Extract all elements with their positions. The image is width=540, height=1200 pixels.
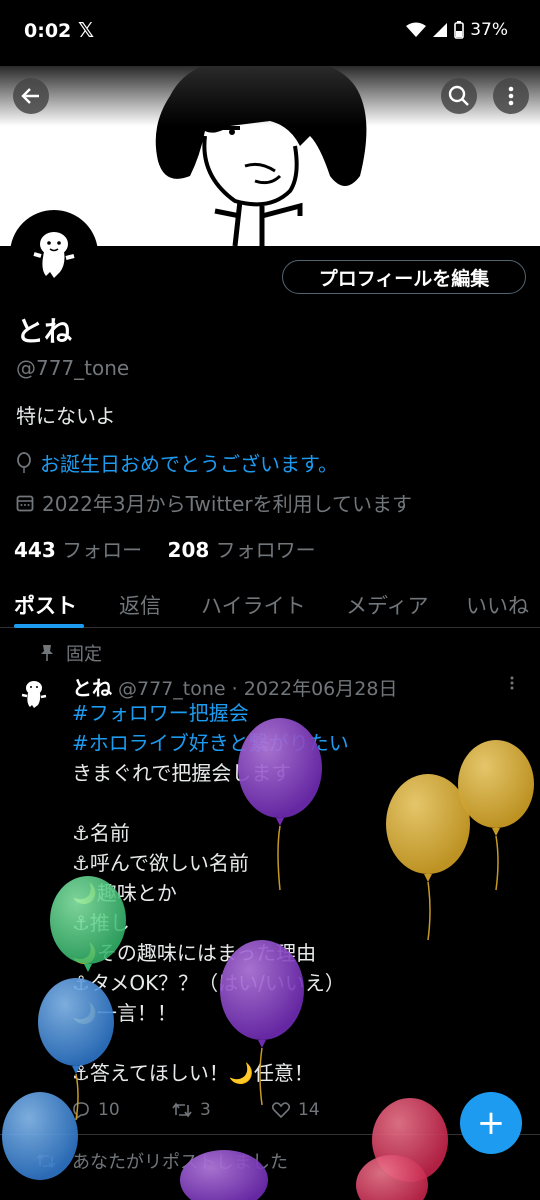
post-line: ⚓名前 xyxy=(72,821,130,845)
post-line: ⚓呼んで欲しい名前 xyxy=(72,851,249,875)
birthday-text[interactable]: お誕生日おめでとうございます。 xyxy=(40,448,338,477)
status-time: 0:02 xyxy=(24,20,72,42)
joined-row: 2022年3月からTwitterを利用しています xyxy=(16,488,412,517)
pinned-label: 固定 xyxy=(66,644,102,665)
status-icons: 37% xyxy=(406,20,508,40)
post-line: きまぐれで把握会します xyxy=(72,761,292,785)
more-vertical-icon xyxy=(508,86,514,106)
following-label: フォロー xyxy=(62,538,143,562)
post-actions: 10 3 14 xyxy=(72,1100,372,1120)
x-app-icon: 𝕏 xyxy=(78,18,95,42)
like-count: 14 xyxy=(298,1100,320,1120)
repost-button[interactable]: 3 xyxy=(172,1100,272,1120)
status-bar: 0:02 𝕏 37% xyxy=(0,0,540,66)
like-button[interactable]: 14 xyxy=(272,1100,372,1120)
post-line: 🌙趣味とか xyxy=(72,881,177,905)
followers-label: フォロワー xyxy=(215,538,316,562)
repost-note-text: あなたがリポストしました xyxy=(72,1152,288,1173)
edit-profile-button[interactable]: プロフィールを編集 xyxy=(282,260,526,294)
tab-likes[interactable]: いいね xyxy=(466,590,529,620)
post-divider xyxy=(0,1134,540,1135)
wifi-icon xyxy=(406,22,427,37)
arrow-left-icon xyxy=(21,88,39,104)
battery-percent: 37% xyxy=(470,20,508,40)
profile-bio: 特にないよ xyxy=(16,404,116,428)
follow-stats: 443 フォロー 208 フォロワー xyxy=(14,534,316,563)
display-name: とね xyxy=(16,315,73,348)
more-button[interactable] xyxy=(493,78,529,114)
pinned-indicator: 固定 xyxy=(40,640,102,666)
followers-link[interactable]: 208 フォロワー xyxy=(168,538,316,562)
post-text: #フォロワー把握会 #ホロライブ好きと繋がりたい きまぐれで把握会します ⚓名前… xyxy=(72,698,512,1088)
reply-button[interactable]: 10 xyxy=(72,1100,172,1120)
active-tab-indicator xyxy=(14,624,84,628)
profile-tabs: ポスト 返信 ハイライト メディア いいね xyxy=(0,580,540,628)
tab-replies[interactable]: 返信 xyxy=(119,590,161,620)
repost-icon xyxy=(36,1153,56,1169)
post-line: ⚓推し xyxy=(72,911,130,935)
post-line: 🌙一言！！ xyxy=(72,1001,177,1025)
birthday-row[interactable]: お誕生日おめでとうございます。 xyxy=(16,448,338,477)
post-avatar[interactable] xyxy=(12,672,56,716)
hashtag-link[interactable]: #ホロライブ好きと繋がりたい xyxy=(72,728,512,758)
post-more-button[interactable] xyxy=(510,674,514,695)
repost-icon xyxy=(172,1102,192,1118)
user-handle: @777_tone xyxy=(16,356,130,380)
following-count: 443 xyxy=(14,538,56,562)
heart-icon xyxy=(272,1102,290,1118)
following-link[interactable]: 443 フォロー xyxy=(14,538,142,562)
more-vertical-icon xyxy=(510,676,514,690)
plus-icon: + xyxy=(476,1103,506,1143)
search-icon xyxy=(448,85,469,106)
profile-avatar[interactable] xyxy=(10,210,98,298)
reply-count: 10 xyxy=(98,1100,120,1120)
post-line: ⚓タメOK？？（はい/いいえ） xyxy=(72,971,345,995)
search-button[interactable] xyxy=(441,78,477,114)
reply-icon xyxy=(73,1102,89,1119)
calendar-icon xyxy=(16,495,34,511)
repost-count: 3 xyxy=(200,1100,211,1120)
post-header: とね @777_tone · 2022年06月28日 xyxy=(72,672,397,701)
pin-icon xyxy=(41,645,53,661)
compose-post-button[interactable]: + xyxy=(460,1092,522,1154)
post-author[interactable]: とね xyxy=(72,676,112,700)
repost-note: あなたがリポストしました xyxy=(36,1148,288,1174)
post-line: ⚓答えてほしい！🌙任意！ xyxy=(72,1061,314,1085)
post-meta: @777_tone · 2022年06月28日 xyxy=(118,678,398,700)
balloon-icon xyxy=(17,451,31,473)
tab-posts[interactable]: ポスト xyxy=(14,590,77,620)
back-button[interactable] xyxy=(13,78,49,114)
battery-icon xyxy=(454,21,465,39)
ghost-avatar-image xyxy=(33,232,75,278)
hashtag-link[interactable]: #フォロワー把握会 xyxy=(72,698,512,728)
tab-highlights[interactable]: ハイライト xyxy=(201,590,306,620)
followers-count: 208 xyxy=(167,538,210,562)
post-line: 🌙その趣味にはまった理由 xyxy=(72,941,317,965)
ghost-avatar-image xyxy=(21,681,47,708)
joined-text: 2022年3月からTwitterを利用しています xyxy=(42,492,413,516)
signal-icon xyxy=(433,23,448,37)
tab-media[interactable]: メディア xyxy=(346,590,429,620)
